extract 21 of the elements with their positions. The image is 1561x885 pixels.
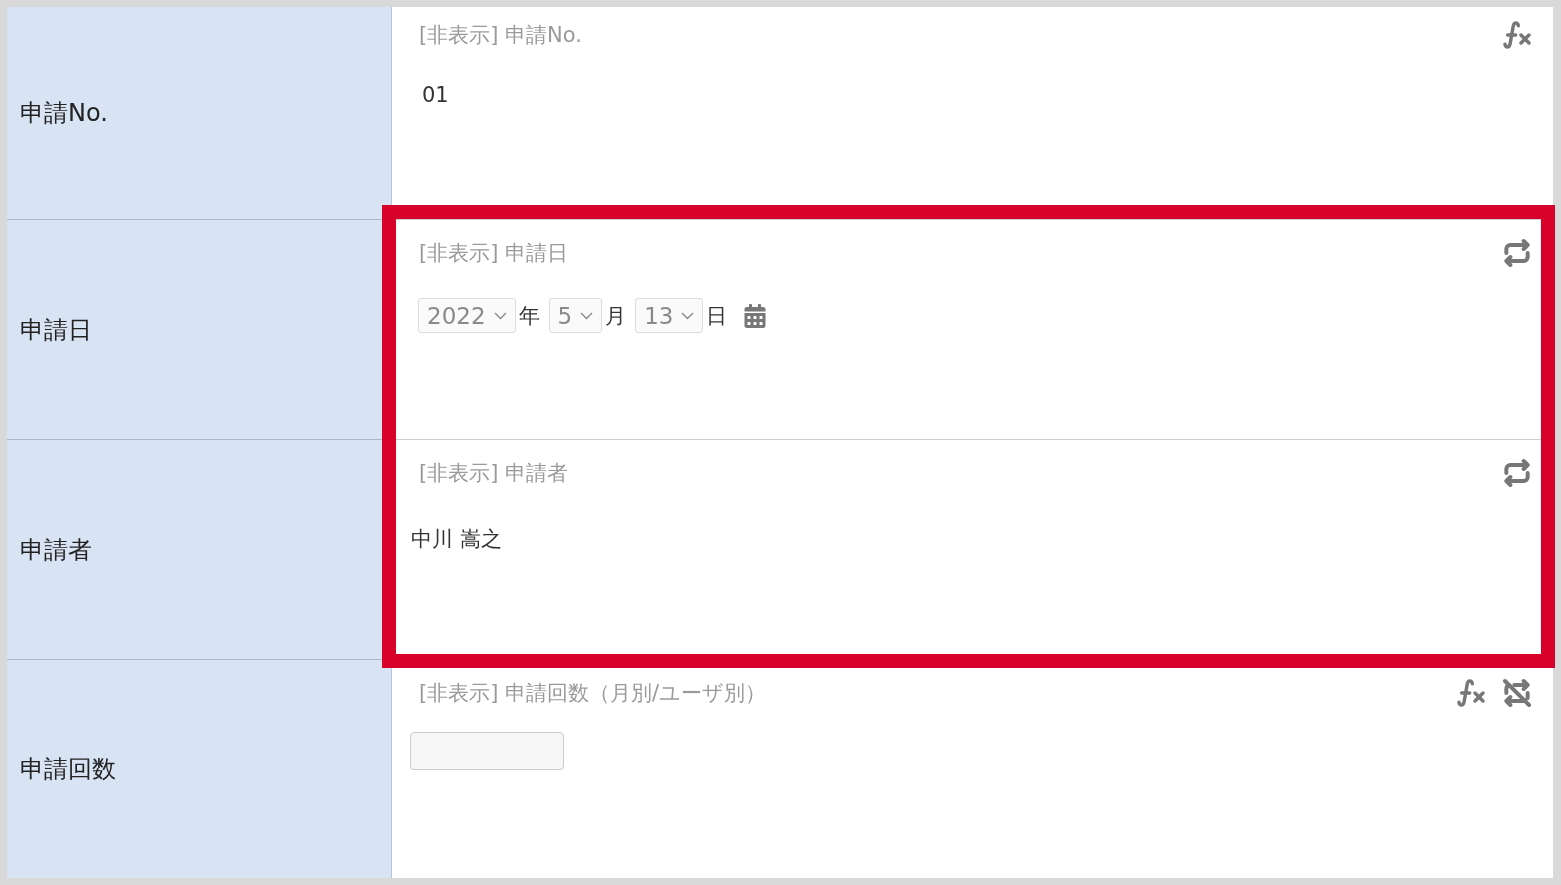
calendar-icon[interactable]: [743, 303, 768, 328]
field-label: 申請者: [20, 534, 92, 566]
number-input[interactable]: [410, 732, 564, 770]
chevron-down-icon: [681, 311, 695, 320]
field-value-text: 01: [422, 82, 449, 109]
field-title: [非表示] 申請No.: [419, 22, 582, 49]
field-label: 申請回数: [20, 754, 116, 785]
field-title: [非表示] 申請者: [419, 460, 569, 487]
date-select[interactable]: 5: [548, 298, 603, 333]
date-select[interactable]: 13: [635, 298, 704, 333]
user-name-text: 中川 嵩之: [411, 526, 502, 553]
field-label: 申請No.: [20, 98, 108, 129]
date-unit-label: 年: [518, 302, 540, 330]
chevron-down-icon: [493, 311, 507, 320]
chevron-down-icon: [580, 311, 594, 320]
date-unit-label: 月: [605, 302, 627, 330]
field-title: [非表示] 申請回数（月別/ユーザ別）: [419, 680, 767, 707]
field-title: [非表示] 申請日: [419, 240, 569, 267]
date-unit-label: 日: [706, 302, 728, 330]
date-select[interactable]: 2022: [418, 298, 516, 333]
field-label: 申請日: [20, 314, 92, 346]
